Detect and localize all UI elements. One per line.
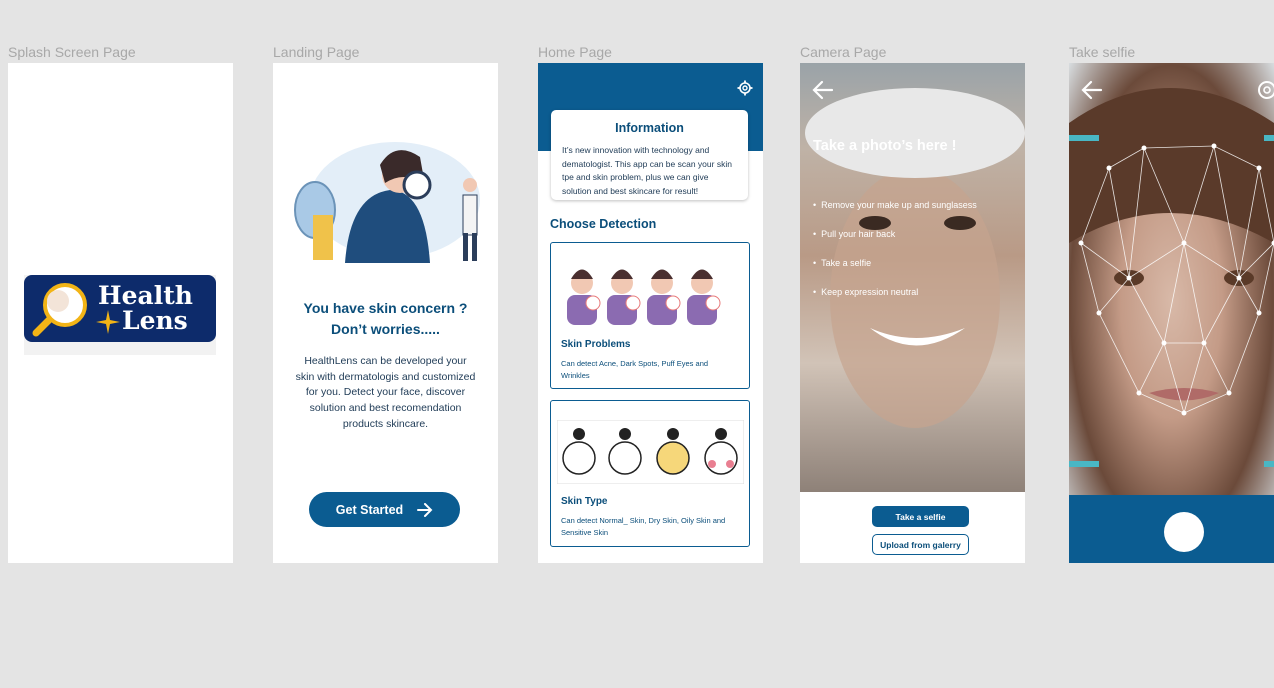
switch-camera-icon[interactable] — [1256, 79, 1274, 101]
tip-item: Remove your make up and sunglasess — [813, 191, 977, 220]
landing-title: You have skin concern ? Don’t worries...… — [273, 298, 498, 340]
tip-item: Pull your hair back — [813, 220, 977, 249]
tip-item: Keep expression neutral — [813, 278, 977, 307]
selfie-camera-preview — [1069, 63, 1274, 495]
skin-problems-illustration — [567, 269, 721, 325]
camera-tips-list: Remove your make up and sunglasess Pull … — [813, 191, 977, 307]
skin-type-title: Skin Type — [561, 496, 608, 507]
logo-container: Health Lens — [24, 275, 216, 355]
take-selfie-frame[interactable] — [1069, 63, 1274, 563]
information-card: Information It’s new innovation with tec… — [551, 110, 748, 200]
skin-type-card[interactable]: Skin Type Can detect Normal_ Skin, Dry S… — [550, 400, 750, 547]
get-started-label: Get Started — [335, 502, 404, 517]
magnifier-logo-icon — [32, 283, 87, 337]
frame-label-splash: Splash Screen Page — [8, 44, 136, 60]
frame-label-camera: Camera Page — [800, 44, 887, 60]
camera-page-frame[interactable]: Take a photo’s here ! Remove your make u… — [800, 63, 1025, 563]
landing-page-frame[interactable]: You have skin concern ? Don’t worries...… — [273, 63, 498, 563]
gear-icon[interactable] — [737, 80, 753, 96]
healthlens-logo: Health Lens — [24, 275, 216, 342]
skin-problems-card[interactable]: Skin Problems Can detect Acne, Dark Spot… — [550, 242, 750, 389]
frame-label-selfie: Take selfie — [1069, 44, 1136, 60]
home-page-frame[interactable]: Information It’s new innovation with tec… — [538, 63, 763, 563]
shutter-button[interactable] — [1164, 512, 1204, 552]
doctor-illustration — [294, 142, 480, 263]
skin-problems-desc: Can detect Acne, Dark Spots, Puff Eyes a… — [561, 359, 709, 380]
back-arrow-icon[interactable] — [812, 79, 834, 101]
upload-gallery-button[interactable]: Upload from galerry — [872, 534, 969, 555]
choose-detection-heading: Choose Detection — [550, 217, 657, 231]
tip-item: Take a selfie — [813, 249, 977, 278]
frame-label-landing: Landing Page — [273, 44, 360, 60]
splash-screen-frame[interactable]: Health Lens — [8, 63, 233, 563]
skin-type-desc: Can detect Normal_ Skin, Dry Skin, Oily … — [561, 516, 726, 537]
information-text: It’s new innovation with technology and … — [562, 145, 732, 196]
logo-line2: Lens — [122, 306, 188, 335]
skin-type-illustration — [557, 420, 744, 484]
take-selfie-button[interactable]: Take a selfie — [872, 506, 969, 527]
arrow-right-icon — [417, 502, 433, 517]
landing-title-line2: Don’t worries..... — [331, 321, 440, 337]
back-arrow-icon[interactable] — [1081, 79, 1103, 101]
camera-title: Take a photo’s here ! — [813, 138, 957, 154]
logo-wordmark: Health Lens — [98, 283, 193, 333]
landing-title-line1: You have skin concern ? — [303, 300, 468, 316]
face-mesh-overlay — [1069, 88, 1274, 467]
landing-description: HealthLens can be developed your skin wi… — [295, 355, 476, 430]
information-title: Information — [615, 121, 684, 135]
skin-problems-title: Skin Problems — [561, 339, 631, 350]
frame-label-home: Home Page — [538, 44, 612, 60]
get-started-button[interactable]: Get Started — [309, 492, 460, 527]
